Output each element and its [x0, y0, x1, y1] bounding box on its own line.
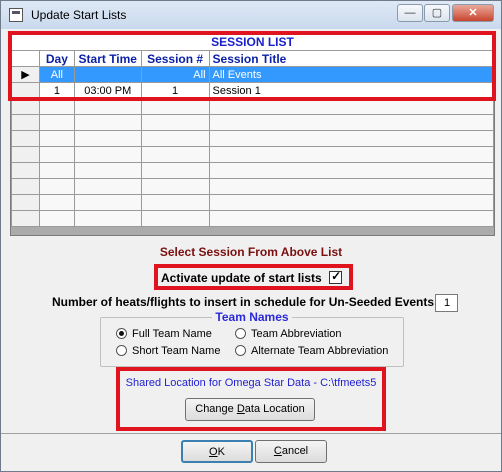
- radio-icon: [235, 328, 246, 339]
- empty-row: [11, 194, 494, 211]
- empty-row: [11, 146, 494, 163]
- check-icon: ✓: [331, 269, 342, 283]
- heats-input[interactable]: 1: [435, 294, 458, 312]
- button-accelerator: D: [236, 403, 245, 415]
- window-title: Update Start Lists: [31, 8, 127, 22]
- footer-divider: [1, 433, 501, 434]
- shared-location-text: Shared Location for Omega Star Data - C:…: [125, 377, 377, 389]
- radio-team-abbreviation[interactable]: Team Abbreviation: [235, 328, 395, 340]
- team-names-legend: Team Names: [212, 310, 292, 324]
- radio-icon: [235, 345, 246, 356]
- close-button[interactable]: ✕: [452, 4, 494, 22]
- empty-row: [11, 162, 494, 179]
- minimize-button[interactable]: —: [397, 4, 423, 22]
- radio-alternate-team-abbreviation[interactable]: Alternate Team Abbreviation: [235, 345, 403, 357]
- team-names-group: Team Names Full Team Name Team Abbreviat…: [100, 310, 404, 367]
- radio-label: Alternate Team Abbreviation: [251, 345, 389, 357]
- title-bar: Update Start Lists — ▢ ✕: [1, 1, 501, 29]
- empty-row: [11, 130, 494, 147]
- button-label-part: K: [217, 446, 225, 458]
- heats-label: Number of heats/flights to insert in sch…: [52, 295, 442, 309]
- radio-icon: [116, 345, 127, 356]
- radio-label: Short Team Name: [132, 345, 221, 357]
- button-label-part: ata Location: [244, 403, 305, 415]
- change-data-location-button[interactable]: Change Data Location: [185, 398, 315, 421]
- empty-row: [11, 210, 494, 227]
- radio-label: Team Abbreviation: [251, 328, 342, 340]
- button-label-part: ancel: [281, 445, 309, 457]
- ok-button[interactable]: OK: [181, 440, 253, 463]
- update-start-lists-window: Update Start Lists — ▢ ✕ SESSION LIST Da…: [0, 0, 502, 472]
- empty-row: [11, 178, 494, 195]
- cancel-button[interactable]: Cancel: [255, 440, 327, 463]
- radio-selected-icon: [116, 328, 127, 339]
- button-accelerator: O: [209, 446, 218, 458]
- maximize-button[interactable]: ▢: [424, 4, 450, 22]
- select-session-label: Select Session From Above List: [159, 245, 343, 259]
- session-list-highlight: [8, 31, 496, 101]
- app-icon: [9, 8, 23, 22]
- activate-update-label: Activate update of start lists: [161, 271, 322, 285]
- activate-update-checkbox[interactable]: ✓: [329, 269, 343, 284]
- activate-update-checkbox-row[interactable]: Activate update of start lists ✓: [161, 269, 343, 285]
- button-label-part: Change: [195, 403, 237, 415]
- radio-label: Full Team Name: [132, 328, 212, 340]
- empty-row: [11, 114, 494, 131]
- button-accelerator: C: [273, 445, 282, 457]
